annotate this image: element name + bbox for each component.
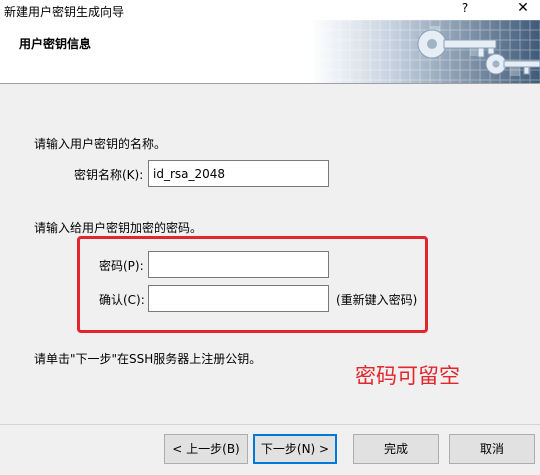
window-title: 新建用户密钥生成向导 [4, 5, 125, 19]
close-button[interactable]: ✕ [510, 0, 536, 20]
password-label: 密码(P): [99, 259, 144, 273]
key-name-prompt: 请输入用户密钥的名称。 [34, 137, 167, 151]
key-name-label: 密钥名称(K): [74, 168, 144, 182]
password-input[interactable] [148, 251, 329, 278]
key-name-input[interactable] [148, 160, 329, 187]
confirm-password-input[interactable] [148, 285, 329, 312]
page-title: 用户密钥信息 [19, 37, 92, 51]
confirm-hint: (重新键入密码) [336, 293, 418, 307]
password-prompt: 请输入给用户密钥加密的密码。 [34, 221, 203, 235]
annotation-text: 密码可留空 [355, 364, 460, 388]
key-banner-icon [310, 20, 540, 83]
help-button[interactable]: ? [454, 1, 476, 19]
finish-button[interactable]: 完成 [353, 434, 439, 464]
wizard-header: 用户密钥信息 [0, 20, 540, 84]
next-step-info: 请单击"下一步"在SSH服务器上注册公钥。 [34, 352, 262, 366]
confirm-label: 确认(C): [99, 293, 145, 307]
title-bar: 新建用户密钥生成向导 ? ✕ [0, 0, 540, 20]
back-button[interactable]: < 上一步(B) [164, 434, 248, 464]
cancel-button[interactable]: 取消 [449, 434, 535, 464]
next-button[interactable]: 下一步(N) > [253, 434, 337, 464]
